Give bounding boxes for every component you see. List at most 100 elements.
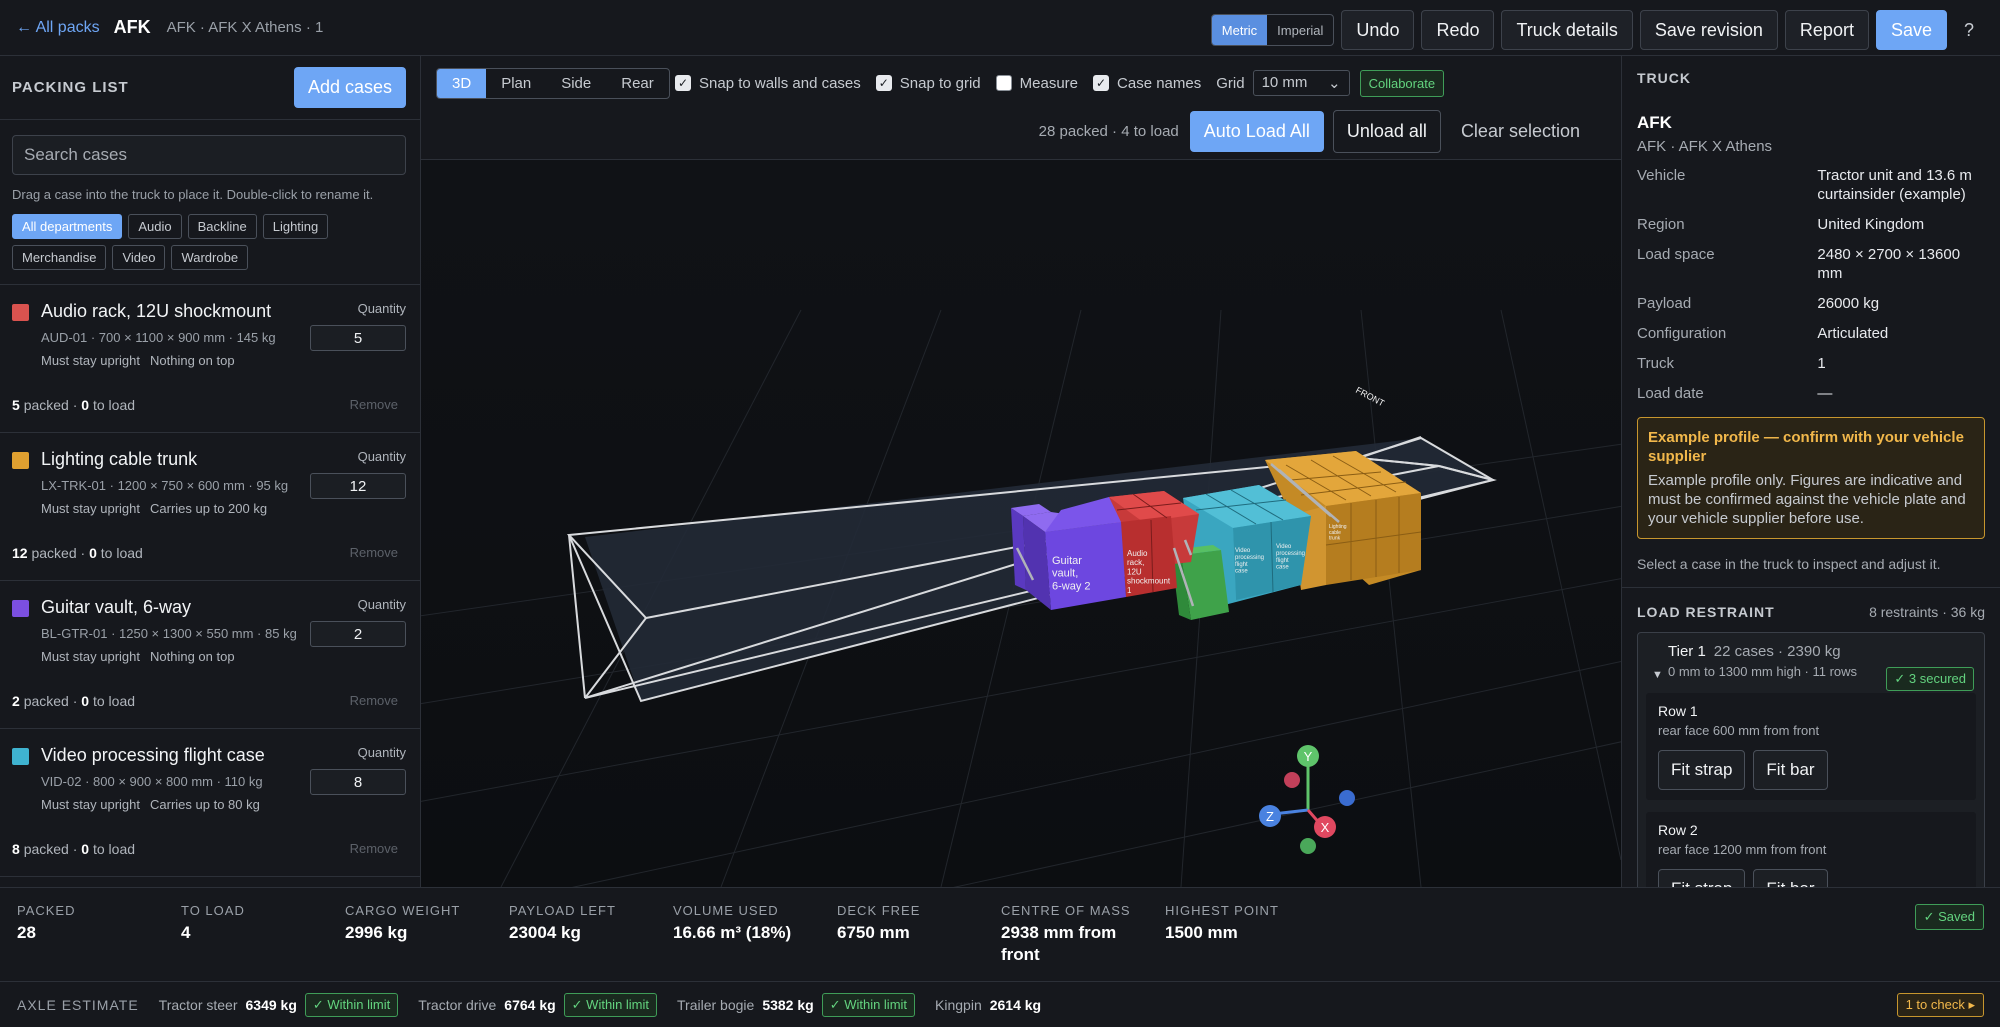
- add-cases-button[interactable]: Add cases: [293, 67, 406, 108]
- truck-field: Configuration Articulated: [1637, 324, 1985, 343]
- field-value: Tractor unit and 13.6 m curtainsider (ex…: [1817, 167, 1972, 203]
- case-tag: Carries up to 80 kg: [150, 797, 260, 812]
- grid-select[interactable]: 10 mm ⌄: [1252, 70, 1350, 96]
- metric-toggle[interactable]: Metric: [1211, 15, 1268, 45]
- all-packs-link[interactable]: ← All packs: [16, 19, 100, 37]
- case-item[interactable]: Video processing flight case VID-02 · 80…: [0, 729, 420, 877]
- collaborate-badge[interactable]: Collaborate: [1359, 69, 1445, 97]
- auto-load-all-button[interactable]: Auto Load All: [1189, 111, 1324, 152]
- metric-value: 2996 kg: [345, 923, 408, 942]
- case-item[interactable]: Lighting cable trunk LX-TRK-01 · 1200 × …: [0, 433, 420, 581]
- case-tag: Must stay upright: [41, 501, 140, 516]
- quantity-label: Quantity: [357, 449, 406, 464]
- tab-3d[interactable]: 3D: [437, 69, 487, 98]
- help-button[interactable]: ?: [1954, 20, 1984, 41]
- truck-field: Load date —: [1637, 384, 1985, 403]
- metric-label: VOLUME USED: [673, 903, 779, 918]
- quantity-input[interactable]: 2: [310, 621, 406, 647]
- tier-sub: 0 mm to 1300 mm high · 11 rows: [1668, 664, 1858, 679]
- truck-panel: TRUCK AFK AFK · AFK X Athens Vehicle Trac…: [1621, 56, 2000, 887]
- tab-rear[interactable]: Rear: [606, 69, 669, 98]
- case-tags: Must stay upright Nothing on top: [41, 649, 408, 664]
- fit-strap-button[interactable]: Fit strap: [1658, 750, 1746, 790]
- redo-button[interactable]: Redo: [1421, 10, 1495, 50]
- metric-label: CENTRE OF MASS: [1001, 903, 1131, 918]
- undo-button[interactable]: Undo: [1341, 10, 1415, 50]
- save-button[interactable]: Save: [1875, 10, 1947, 50]
- truck-title: TRUCK: [1637, 70, 1691, 86]
- restraint-meta: 8 restraints · 36 kg: [1869, 604, 1985, 620]
- case-name: Video processing flight case: [41, 745, 265, 765]
- remove-button[interactable]: Remove: [350, 397, 398, 412]
- axle-estimate: AXLE ESTIMATE Tractor steer 6349 kg ✓ With…: [0, 981, 2000, 1027]
- filter-video[interactable]: Video: [112, 245, 166, 270]
- case-item[interactable]: Audio rack, 12U shockmount AUD-01 · 700 …: [0, 285, 420, 433]
- field-key: Load space: [1637, 246, 1715, 263]
- tab-side[interactable]: Side: [546, 69, 606, 98]
- axle-list: Tractor steer 6349 kg ✓ Within limit Tracto…: [159, 992, 1069, 1017]
- truck-details-button[interactable]: Truck details: [1501, 10, 1633, 50]
- packing-list-title: PACKING LIST: [12, 79, 129, 96]
- clear-selection-button[interactable]: Clear selection: [1450, 111, 1591, 152]
- checkbox-checked-icon[interactable]: ✓: [675, 75, 691, 91]
- case-names-option[interactable]: ✓ Case names: [1093, 75, 1201, 92]
- case-tag: Nothing on top: [150, 353, 235, 368]
- fit-strap-button[interactable]: Fit strap: [1658, 869, 1746, 887]
- fit-bar-button[interactable]: Fit bar: [1753, 869, 1828, 887]
- tab-plan[interactable]: Plan: [486, 69, 546, 98]
- field-key: Truck: [1637, 355, 1674, 372]
- quantity-input[interactable]: 5: [310, 325, 406, 351]
- remove-button[interactable]: Remove: [350, 841, 398, 856]
- case-item[interactable]: Guitar vault, 6-way BL-GTR-01 · 1250 × 1…: [0, 581, 420, 729]
- case-tag: Must stay upright: [41, 649, 140, 664]
- metric-value: 2938 mm from front: [1001, 923, 1117, 964]
- filter-backline[interactable]: Backline: [187, 214, 257, 239]
- filter-merchandise[interactable]: Merchandise: [12, 245, 107, 270]
- 3d-scene[interactable]: Guitar vault, 6-way 2 Audio rack, 12U shockmo…: [421, 160, 1621, 887]
- row-name: Row 2: [1658, 822, 1698, 838]
- remove-button[interactable]: Remove: [350, 693, 398, 708]
- filter-audio[interactable]: Audio: [128, 214, 182, 239]
- case-color-swatch: [12, 748, 29, 765]
- fit-bar-button[interactable]: Fit bar: [1753, 750, 1828, 790]
- unload-all-button[interactable]: Unload all: [1332, 110, 1441, 153]
- remove-button[interactable]: Remove: [350, 545, 398, 560]
- summary-metrics: PACKED 28 TO LOAD 4 CARGO WEIGHT 2996 kg PAYLO…: [17, 903, 1329, 966]
- tier-header[interactable]: ▼ Tier 1 22 cases · 2390 kg 0 mm to 1300 …: [1638, 643, 1984, 691]
- metric-value: 6750 mm: [837, 923, 910, 942]
- axle-value: 6764 kg: [504, 996, 556, 1013]
- example-profile-warning: Example profile — confirm with your vehi…: [1637, 417, 1985, 539]
- truck-field: Region United Kingdom: [1637, 215, 1985, 234]
- report-button[interactable]: Report: [1784, 10, 1869, 50]
- packing-list-header: PACKING LIST Add cases: [0, 56, 420, 120]
- save-revision-button[interactable]: Save revision: [1639, 10, 1778, 50]
- snap-grid-option[interactable]: ✓ Snap to grid: [875, 75, 981, 92]
- checkbox-checked-icon[interactable]: ✓: [1093, 75, 1110, 91]
- truck-sub: AFK · AFK X Athens: [1637, 138, 1773, 155]
- tier-name: Tier 1: [1668, 643, 1706, 660]
- quantity-input[interactable]: 8: [310, 769, 406, 795]
- field-value: United Kingdom: [1817, 216, 1925, 233]
- checkbox-checked-icon[interactable]: ✓: [875, 75, 892, 91]
- filter-wardrobe[interactable]: Wardrobe: [171, 245, 249, 270]
- collapse-triangle-icon[interactable]: ▼: [1652, 669, 1663, 681]
- top-bar: ← All packs AFK AFK · AFK X Athens · 1 M…: [0, 0, 2000, 56]
- summary-bar: PACKED 28 TO LOAD 4 CARGO WEIGHT 2996 kg PAYLO…: [0, 887, 2000, 1026]
- to-check-badge[interactable]: 1 to check ▸: [1896, 992, 1984, 1017]
- filter-lighting[interactable]: Lighting: [262, 214, 329, 239]
- quantity-input[interactable]: 12: [310, 473, 406, 499]
- snap-walls-option[interactable]: ✓ Snap to walls and cases: [675, 75, 861, 92]
- imperial-toggle[interactable]: Imperial: [1267, 15, 1333, 45]
- axis-x-label: X: [1321, 820, 1330, 835]
- metric-label: PAYLOAD LEFT: [509, 903, 616, 918]
- field-key: Configuration: [1637, 325, 1727, 342]
- field-value: 26000 kg: [1817, 295, 1880, 312]
- search-input[interactable]: [12, 135, 406, 175]
- measure-option[interactable]: Measure: [995, 75, 1078, 92]
- axle-value: 6349 kg: [245, 996, 297, 1013]
- case-list: Audio rack, 12U shockmount AUD-01 · 700 …: [0, 285, 420, 877]
- axis-z-label: Z: [1266, 809, 1274, 824]
- case-info: AUD-01 · 700 × 1100 × 900 mm · 145 kg: [41, 330, 276, 345]
- checkbox-unchecked-icon[interactable]: [995, 75, 1012, 91]
- filter-all-departments[interactable]: All departments: [12, 214, 123, 239]
